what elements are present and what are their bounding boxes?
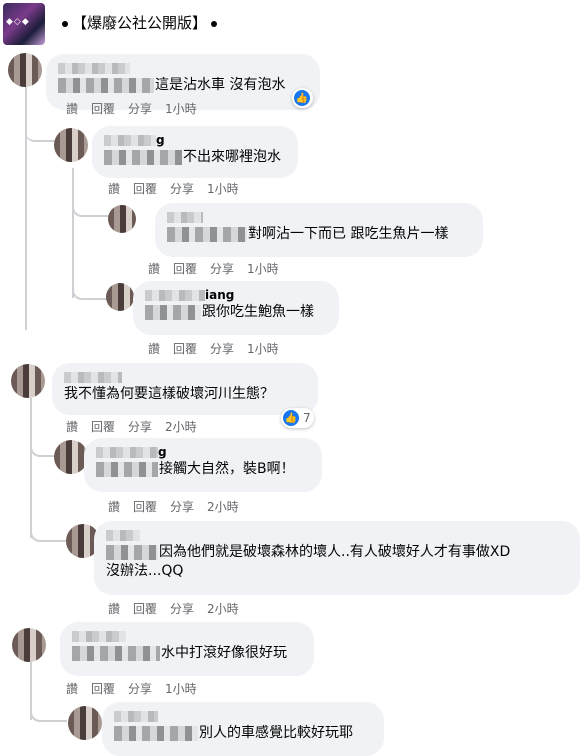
comment-actions: 讚回覆 分享 1小時: [148, 260, 292, 277]
like-link[interactable]: 讚: [108, 602, 120, 616]
comment-bubble: 水中打滾好像很好玩: [60, 622, 314, 676]
like-reaction-icon: 👍: [294, 90, 310, 106]
comment-bubble: 我不懂為何要這樣破壞河川生態？: [52, 363, 318, 415]
commenter-name[interactable]: g: [104, 133, 286, 148]
avatar[interactable]: [11, 364, 45, 398]
thread-connector: [30, 700, 67, 722]
share-link[interactable]: 分享: [170, 602, 194, 616]
comment-bubble: 因為他們就是破壞森林的壞人..有人破壞好人才有事做XD 沒辦法...QQ: [94, 521, 580, 595]
timestamp[interactable]: 1小時: [247, 262, 279, 276]
reply-link[interactable]: 回覆: [133, 500, 157, 514]
like-reaction-icon: 👍: [283, 410, 299, 426]
comment-text: 我不懂為何要這樣破壞河川生態？: [64, 386, 274, 402]
share-link[interactable]: 分享: [210, 262, 234, 276]
comment-text: 接觸大自然，裝B啊！: [96, 460, 310, 479]
comment-actions: 讚回覆 分享 1小時: [66, 680, 210, 697]
comment-actions: 讚回覆 分享 1小時: [66, 100, 210, 117]
post-header: ◆◇◆ 【爆廢公社公開版】: [0, 0, 582, 48]
timestamp[interactable]: 1小時: [165, 682, 197, 696]
like-link[interactable]: 讚: [108, 500, 120, 514]
comment-actions: 讚回覆 分享 1小時: [108, 180, 252, 197]
comment-text-line2: 沒辦法...QQ: [106, 563, 184, 579]
group-title[interactable]: 【爆廢公社公開版】: [58, 12, 221, 33]
timestamp[interactable]: 2小時: [207, 500, 239, 514]
bullet-icon: [211, 20, 218, 27]
thread-line: [25, 80, 27, 330]
reply-link[interactable]: 回覆: [91, 420, 115, 434]
reply-link[interactable]: 回覆: [133, 602, 157, 616]
commenter-name[interactable]: [114, 709, 372, 724]
like-link[interactable]: 讚: [108, 182, 120, 196]
thread-connector: [30, 520, 67, 542]
group-avatar[interactable]: ◆◇◆: [3, 3, 45, 45]
comment-bubble: 別人的車感覺比較好玩耶: [102, 702, 384, 756]
share-link[interactable]: 分享: [128, 682, 152, 696]
reaction-count[interactable]: 👍 7: [281, 408, 314, 428]
comment-actions: 讚回覆 分享 2小時: [108, 600, 252, 617]
avatar[interactable]: [68, 706, 102, 740]
reply-link[interactable]: 回覆: [173, 342, 197, 356]
thread-connector: [25, 120, 55, 142]
reply-link[interactable]: 回覆: [133, 182, 157, 196]
comment-text: 因為他們就是破壞森林的壞人..有人破壞好人才有事做XD: [106, 543, 568, 562]
share-link[interactable]: 分享: [170, 500, 194, 514]
like-link[interactable]: 讚: [148, 342, 160, 356]
commenter-name[interactable]: [167, 210, 471, 225]
comment-text: 對啊沾一下而已 跟吃生魚片一樣: [167, 225, 471, 244]
comment-actions: 讚回覆 分享 2小時: [66, 418, 210, 435]
commenter-name[interactable]: iang: [145, 288, 327, 303]
like-link[interactable]: 讚: [66, 420, 78, 434]
group-avatar-art: ◆◇◆: [6, 17, 30, 27]
like-link[interactable]: 讚: [148, 262, 160, 276]
comment-bubble: 對啊沾一下而已 跟吃生魚片一樣: [155, 203, 483, 257]
timestamp[interactable]: 2小時: [207, 602, 239, 616]
avatar[interactable]: [54, 128, 88, 162]
commenter-name[interactable]: g: [96, 445, 310, 460]
comment-bubble: g 不出來哪裡泡水: [92, 126, 298, 178]
reply-link[interactable]: 回覆: [173, 262, 197, 276]
commenter-name[interactable]: [64, 370, 306, 385]
share-link[interactable]: 分享: [170, 182, 194, 196]
comment-text: 別人的車感覺比較好玩耶: [114, 724, 372, 743]
reply-link[interactable]: 回覆: [91, 102, 115, 116]
thread-connector: [30, 435, 57, 457]
reaction-count[interactable]: 👍: [292, 88, 313, 108]
timestamp[interactable]: 1小時: [207, 182, 239, 196]
comment-bubble: iang 跟你吃生鮑魚一樣: [133, 281, 339, 335]
comment-bubble: g 接觸大自然，裝B啊！: [84, 438, 322, 492]
avatar[interactable]: [108, 205, 136, 233]
comment-actions: 讚回覆 分享 2小時: [108, 498, 252, 515]
commenter-name[interactable]: [106, 528, 568, 543]
timestamp[interactable]: 1小時: [165, 102, 197, 116]
comment-actions: 讚回覆 分享 1小時: [148, 340, 292, 357]
avatar[interactable]: [8, 53, 42, 87]
avatar[interactable]: [54, 440, 88, 474]
commenter-name[interactable]: [72, 629, 302, 644]
share-link[interactable]: 分享: [128, 420, 152, 434]
comment-text: 不出來哪裡泡水: [104, 148, 286, 167]
thread-line: [30, 398, 32, 538]
timestamp[interactable]: 2小時: [165, 420, 197, 434]
commenter-name[interactable]: [58, 61, 308, 76]
like-link[interactable]: 讚: [66, 682, 78, 696]
reply-link[interactable]: 回覆: [91, 682, 115, 696]
thread-connector: [72, 195, 112, 217]
share-link[interactable]: 分享: [210, 342, 234, 356]
avatar[interactable]: [106, 283, 134, 311]
comment-text: 跟你吃生鮑魚一樣: [145, 303, 327, 322]
comment-text: 水中打滾好像很好玩: [72, 644, 302, 663]
bullet-icon: [62, 20, 68, 27]
avatar[interactable]: [12, 628, 46, 662]
comment-text: 這是沾水車 沒有泡水: [58, 76, 308, 95]
like-link[interactable]: 讚: [66, 102, 78, 116]
share-link[interactable]: 分享: [128, 102, 152, 116]
timestamp[interactable]: 1小時: [247, 342, 279, 356]
